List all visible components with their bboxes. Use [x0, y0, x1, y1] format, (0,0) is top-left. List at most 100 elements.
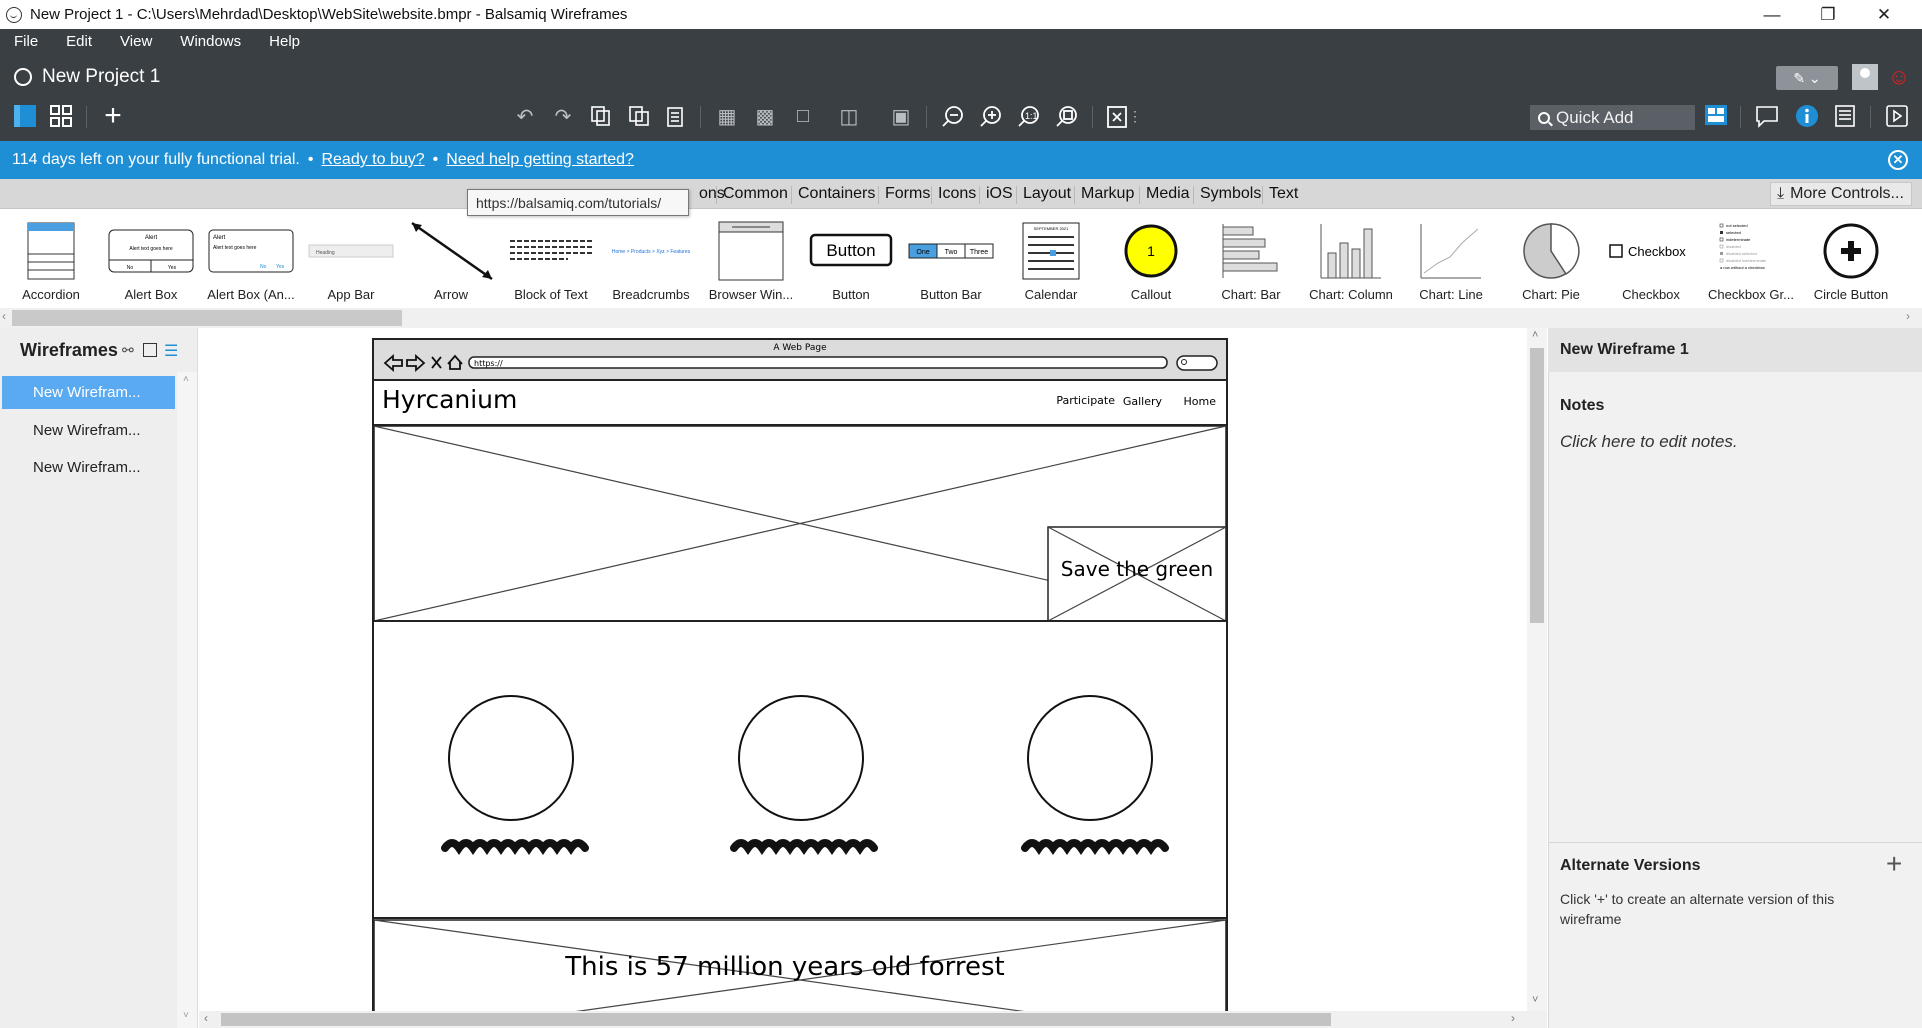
branch-icon[interactable]: ⚯ [122, 342, 134, 359]
component-button-bar[interactable]: One Two Three Button Bar [901, 214, 1001, 306]
minimize-icon[interactable]: — [1744, 0, 1800, 29]
menu-windows[interactable]: Windows [166, 33, 255, 50]
component-app-bar[interactable]: Heading App Bar [301, 214, 401, 306]
tab-media[interactable]: Media [1142, 183, 1194, 205]
component-alert-box[interactable]: Alert Alert text goes here No Yes Alert … [101, 214, 201, 306]
component-callout[interactable]: 1 Callout [1101, 214, 1201, 306]
component-breadcrumbs[interactable]: Home > Products > Xyz > Features Breadcr… [601, 214, 701, 306]
thumbnail-view-icon[interactable] [143, 343, 157, 357]
canvas-hscroll-thumb[interactable] [221, 1013, 1331, 1026]
restore-icon[interactable]: ❐ [1800, 0, 1856, 29]
canvas-vertical-scrollbar[interactable]: ˄ ˅ [1527, 328, 1547, 1011]
notes-editor[interactable]: Click here to edit notes. [1560, 432, 1738, 452]
wireframe-canvas[interactable]: A Web Page https:// Hyrcanium Participat… [199, 328, 1527, 1011]
component-circle-button[interactable]: Circle Button [1801, 214, 1901, 306]
menu-view[interactable]: View [106, 33, 166, 50]
ui-library-icon[interactable] [1703, 103, 1729, 129]
group-icon[interactable]: ▦ [714, 103, 740, 129]
wireframes-scrollbar[interactable]: ˄ ˅ [177, 372, 197, 1028]
component-accordion[interactable]: Accordion [1, 214, 101, 306]
components-scrollbar[interactable]: ‹ › [0, 308, 1922, 328]
list-view-icon[interactable]: ☰ [164, 341, 178, 361]
component-calendar[interactable]: SEPTEMBER 2021 Calendar [1001, 214, 1101, 306]
component-chart-bar[interactable]: Chart: Bar [1201, 214, 1301, 306]
components-scroll-thumb[interactable] [12, 310, 402, 326]
tab-markup[interactable]: Markup [1077, 183, 1138, 205]
wireframe-list-item[interactable]: New Wirefram... [2, 451, 175, 484]
zoom-in-icon[interactable] [978, 103, 1004, 129]
buy-link[interactable]: Ready to buy? [321, 151, 424, 169]
scroll-right-icon[interactable]: › [1906, 309, 1910, 323]
browser-window-mockup[interactable]: A Web Page https:// Hyrcanium Participat… [199, 328, 1527, 1011]
nav-participate[interactable]: Participate [1056, 394, 1115, 407]
duplicate-icon[interactable] [626, 103, 652, 129]
single-view-icon[interactable] [12, 103, 38, 129]
menu-edit[interactable]: Edit [52, 33, 106, 50]
scroll-left-icon[interactable]: ‹ [2, 309, 6, 323]
zoom-out-icon[interactable] [940, 103, 966, 129]
info-icon[interactable] [1794, 103, 1820, 129]
add-wireframe-icon[interactable]: + [100, 99, 126, 132]
tab-layout[interactable]: Layout [1019, 183, 1075, 205]
nav-home[interactable]: Home [1184, 395, 1217, 408]
align-icon[interactable]: □ [790, 103, 816, 129]
component-checkbox[interactable]: Checkbox Checkbox [1601, 214, 1701, 306]
component-alert-box-android[interactable]: Alert Alert text goes here No Yes Alert … [201, 214, 301, 306]
undo-icon[interactable]: ↶ [512, 103, 538, 129]
redo-icon[interactable]: ↷ [550, 103, 576, 129]
tab-containers[interactable]: Containers [794, 183, 879, 205]
lock-icon[interactable]: ▣ [888, 103, 914, 129]
tab-ios[interactable]: iOS [982, 183, 1017, 205]
footer-image-placeholder[interactable]: This is 57 million years old forrest [373, 919, 1227, 1011]
more-controls-button[interactable]: ⤓ More Controls... [1770, 182, 1912, 206]
tab-common[interactable]: Common [719, 183, 792, 205]
user-avatar-icon[interactable] [1852, 64, 1878, 90]
copy-icon[interactable] [588, 103, 614, 129]
scroll-up-icon[interactable]: ˄ [1532, 329, 1538, 341]
tab-text[interactable]: Text [1265, 183, 1302, 205]
scroll-left-icon[interactable]: ‹ [204, 1011, 208, 1025]
scroll-down-icon[interactable]: ˅ [1532, 994, 1538, 1006]
menu-help[interactable]: Help [255, 33, 314, 50]
tab-forms[interactable]: Forms [881, 183, 934, 205]
actual-size-icon[interactable]: 1:1 [1016, 103, 1042, 129]
quick-add-input[interactable]: Quick Add [1530, 105, 1695, 130]
more-tools-icon[interactable]: ⋮ [1128, 103, 1142, 129]
callout-image-placeholder[interactable]: Save the green [1047, 526, 1227, 622]
ungroup-icon[interactable]: ▩ [752, 103, 778, 129]
component-chart-pie[interactable]: Chart: Pie [1501, 214, 1601, 306]
properties-icon[interactable] [1832, 103, 1858, 129]
delete-icon[interactable] [1104, 103, 1130, 129]
component-button[interactable]: Button Button [801, 214, 901, 306]
grid-view-icon[interactable] [48, 103, 74, 129]
close-banner-icon[interactable]: ✕ [1888, 150, 1908, 170]
component-chart-column[interactable]: Chart: Column [1301, 214, 1401, 306]
component-browser-window[interactable]: Browser Win... [701, 214, 801, 306]
comments-icon[interactable] [1754, 103, 1780, 129]
wireframe-list-item[interactable]: New Wirefram... [2, 414, 175, 447]
notification-mascot-icon[interactable]: ☺ [1886, 64, 1912, 90]
scroll-up-icon[interactable]: ˄ [183, 374, 189, 385]
canvas-horizontal-scrollbar[interactable]: ‹ › [199, 1011, 1547, 1028]
tab-icons[interactable]: Icons [934, 183, 980, 205]
component-checkbox-group[interactable]: not selected selected indeterminate disa… [1701, 214, 1801, 306]
close-window-icon[interactable]: ✕ [1856, 0, 1912, 29]
wireframe-list-item[interactable]: New Wirefram... [2, 376, 175, 409]
wireframe-name-field[interactable]: New Wireframe 1 [1548, 328, 1922, 372]
url-bar[interactable] [468, 356, 1168, 369]
canvas-vscroll-thumb[interactable] [1530, 348, 1544, 623]
browser-search-field[interactable] [1176, 355, 1218, 371]
help-link[interactable]: Need help getting started? [446, 151, 634, 169]
component-arrow[interactable]: Arrow [401, 214, 501, 306]
scroll-down-icon[interactable]: ˅ [183, 1010, 189, 1021]
arrange-icon[interactable]: ◫ [836, 103, 862, 129]
tab-symbols[interactable]: Symbols [1196, 183, 1265, 205]
component-chart-line[interactable]: Chart: Line [1401, 214, 1501, 306]
menu-file[interactable]: File [0, 33, 52, 50]
scroll-right-icon[interactable]: › [1511, 1011, 1515, 1025]
add-alternate-icon[interactable]: + [1886, 850, 1902, 878]
edit-mode-dropdown[interactable]: ✎ ⌄ [1776, 66, 1838, 90]
nav-gallery[interactable]: Gallery [1123, 395, 1163, 408]
presentation-icon[interactable] [1884, 103, 1910, 129]
zoom-fit-icon[interactable] [1054, 103, 1080, 129]
